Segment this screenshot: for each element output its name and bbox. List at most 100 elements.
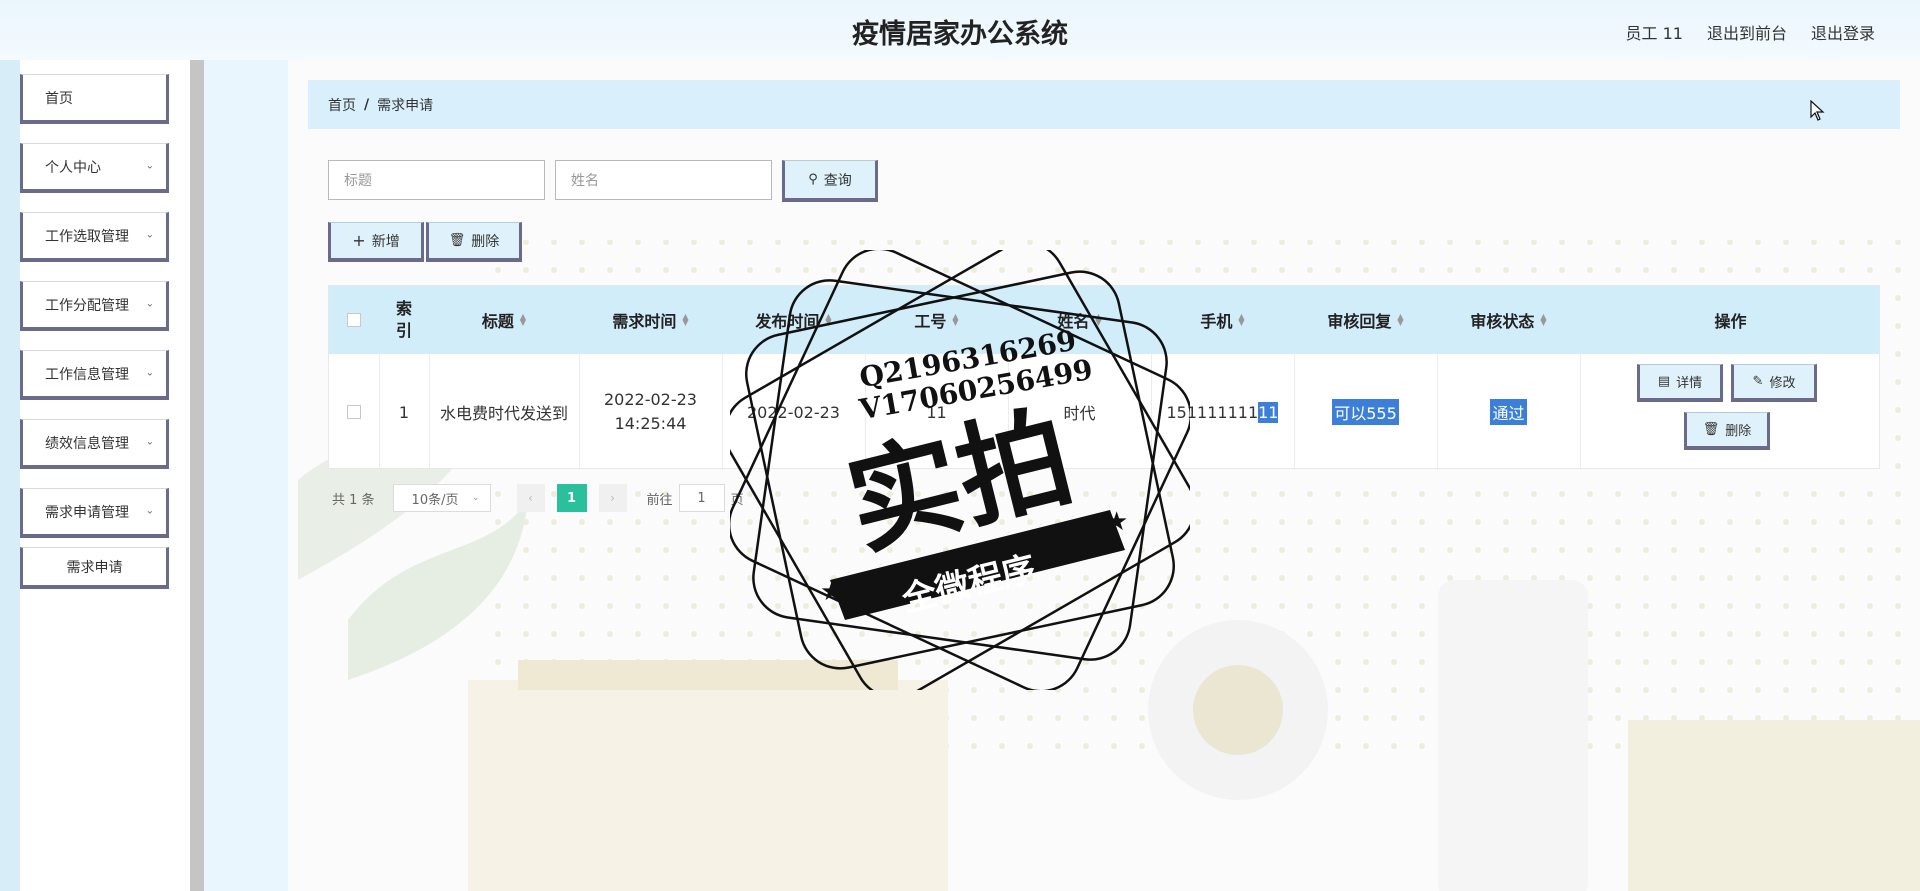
breadcrumb: 首页 / 需求申请 <box>308 80 1900 129</box>
sidebar-gap <box>204 60 288 891</box>
chevron-down-icon: ⌄ <box>472 493 480 503</box>
header-title-label: 标题 <box>481 312 514 331</box>
goto-prefix: 前往 <box>646 492 673 508</box>
query-button[interactable]: ⚲ 查询 <box>782 160 878 202</box>
sidebar-item-label: 需求申请管理 <box>45 504 129 521</box>
header-demand-time[interactable]: 需求时间 ▲ ▼ <box>579 286 722 354</box>
add-button-label: 新增 <box>371 233 400 250</box>
pagination: 共 1 条 10条/页 ⌄ ‹ 1 › 前往 1 页 <box>332 484 744 512</box>
chevron-down-icon: ⌄ <box>145 435 154 447</box>
header-index: 索引 <box>379 286 429 354</box>
sidebar-item-personal-center[interactable]: 个人中心 ⌄ <box>20 143 169 193</box>
page-size-select[interactable]: 10条/页 ⌄ <box>392 484 491 512</box>
header-review-status-label: 审核状态 <box>1470 312 1535 331</box>
review-reply-text: 可以555 <box>1332 399 1399 425</box>
sidebar-subitem-demand-apply[interactable]: 需求申请 <box>20 547 169 589</box>
trash-icon: 🗑 <box>1702 422 1720 437</box>
star-icon: ★ <box>820 577 843 607</box>
goto-page-input[interactable]: 1 <box>678 484 725 512</box>
star-icon: ★ <box>1105 507 1128 537</box>
header-review-reply[interactable]: 审核回复 ▲ ▼ <box>1294 286 1437 354</box>
cell-review-reply: 可以555 <box>1294 354 1437 470</box>
top-actions: 员工 11 退出到前台 退出登录 <box>1626 20 1875 44</box>
sort-icon: ▲ ▼ <box>519 312 527 327</box>
chevron-down-icon: ⌄ <box>145 366 154 378</box>
sort-icon: ▲ ▼ <box>1540 312 1547 327</box>
cell-index: 1 <box>398 402 410 422</box>
breadcrumb-current: 需求申请 <box>377 97 434 114</box>
review-status-text: 通过 <box>1490 399 1527 425</box>
chevron-down-icon: ⌄ <box>145 228 154 240</box>
trash-icon: 🗑 <box>448 233 466 248</box>
document-icon: ▤ <box>1657 374 1671 389</box>
pagination-total: 共 1 条 <box>332 492 375 508</box>
current-page-button[interactable]: 1 <box>556 484 587 512</box>
row-select-cell <box>329 354 379 470</box>
sidebar-item-home[interactable]: 首页 <box>20 74 169 124</box>
delete-button-label: 删除 <box>471 233 500 250</box>
select-all-checkbox[interactable] <box>347 313 361 327</box>
chevron-down-icon: ⌄ <box>145 297 154 309</box>
header-index-label: 索引 <box>395 299 412 340</box>
edit-button[interactable]: ✎ 修改 <box>1731 364 1817 402</box>
sidebar-item-label: 工作分配管理 <box>45 297 129 314</box>
sidebar-item-performance[interactable]: 绩效信息管理 ⌄ <box>20 419 169 469</box>
header-actions-label: 操作 <box>1714 312 1747 331</box>
edit-button-label: 修改 <box>1769 376 1796 391</box>
phone-selected-part: 11 <box>1258 401 1279 423</box>
header-review-reply-label: 审核回复 <box>1327 312 1392 331</box>
sidebar: 首页 个人中心 ⌄ 工作选取管理 ⌄ 工作分配管理 ⌄ 工作信息管理 ⌄ 绩效信… <box>20 60 190 891</box>
sort-icon: ▲ ▼ <box>1238 312 1245 327</box>
header-title[interactable]: 标题 ▲ ▼ <box>429 286 579 354</box>
row-delete-button-label: 删除 <box>1725 424 1752 439</box>
page-size-value: 10条/页 <box>411 492 459 508</box>
chevron-down-icon: ⌄ <box>145 504 154 516</box>
sidebar-item-job-assignment[interactable]: 工作分配管理 ⌄ <box>20 281 169 331</box>
mouse-cursor-icon <box>1810 100 1825 121</box>
sort-icon: ▲ ▼ <box>682 312 689 327</box>
header-actions: 操作 <box>1580 286 1881 354</box>
sort-icon: ▲ ▼ <box>1397 312 1404 327</box>
cell-title: 水电费时代发送到 <box>439 404 568 423</box>
cell-review-status: 通过 <box>1437 354 1580 470</box>
next-page-button[interactable]: › <box>598 484 627 512</box>
query-button-label: 查询 <box>823 172 852 189</box>
row-checkbox[interactable] <box>347 405 361 419</box>
detail-button-label: 详情 <box>1676 376 1703 391</box>
prev-page-button[interactable]: ‹ <box>516 484 545 512</box>
batch-delete-button[interactable]: 🗑 删除 <box>426 222 522 262</box>
header-review-status[interactable]: 审核状态 ▲ ▼ <box>1437 286 1580 354</box>
breadcrumb-home[interactable]: 首页 <box>328 95 356 115</box>
chevron-down-icon: ⌄ <box>145 159 154 171</box>
cell-actions: ▤ 详情 ✎ 修改 🗑 删除 <box>1580 354 1881 470</box>
title-search-input[interactable]: 标题 <box>328 160 545 200</box>
pencil-icon: ✎ <box>1752 374 1764 389</box>
sidebar-item-label: 绩效信息管理 <box>45 435 129 452</box>
back-to-front-link[interactable]: 退出到前台 <box>1707 20 1787 44</box>
cell-demand-time: 2022-02-23 14:25:44 <box>604 390 697 433</box>
search-icon: ⚲ <box>808 172 818 187</box>
sidebar-item-label: 需求申请 <box>66 559 123 576</box>
watermark-stamp: Q2196316269 V17060256499 实拍 全微程序 ★ ★ <box>730 250 1190 690</box>
top-bar: 疫情居家办公系统 员工 11 退出到前台 退出登录 <box>0 0 1920 60</box>
main-content: 首页 / 需求申请 标题 姓名 ⚲ 查询 + 新增 🗑 删除 索引 标题 ▲ ▼ 需… <box>288 60 1920 891</box>
sidebar-scrollbar[interactable] <box>190 60 204 891</box>
left-stripe <box>0 60 20 891</box>
logout-link[interactable]: 退出登录 <box>1811 20 1875 44</box>
add-button[interactable]: + 新增 <box>328 222 424 262</box>
detail-button[interactable]: ▤ 详情 <box>1637 364 1723 402</box>
name-search-input[interactable]: 姓名 <box>555 160 772 200</box>
sidebar-item-label: 首页 <box>45 90 73 107</box>
sidebar-item-demand-management[interactable]: 需求申请管理 ⌄ <box>20 488 169 538</box>
header-demand-time-label: 需求时间 <box>612 312 677 331</box>
select-all-cell <box>329 286 379 354</box>
sidebar-item-job-info[interactable]: 工作信息管理 ⌄ <box>20 350 169 400</box>
current-user: 员工 11 <box>1625 24 1683 43</box>
plus-icon: + <box>352 231 366 250</box>
sidebar-item-label: 工作选取管理 <box>45 228 129 245</box>
sidebar-item-label: 工作信息管理 <box>45 366 129 383</box>
sidebar-item-job-selection[interactable]: 工作选取管理 ⌄ <box>20 212 169 262</box>
row-delete-button[interactable]: 🗑 删除 <box>1684 412 1770 450</box>
header-phone-label: 手机 <box>1200 312 1233 331</box>
sidebar-item-label: 个人中心 <box>45 159 101 176</box>
